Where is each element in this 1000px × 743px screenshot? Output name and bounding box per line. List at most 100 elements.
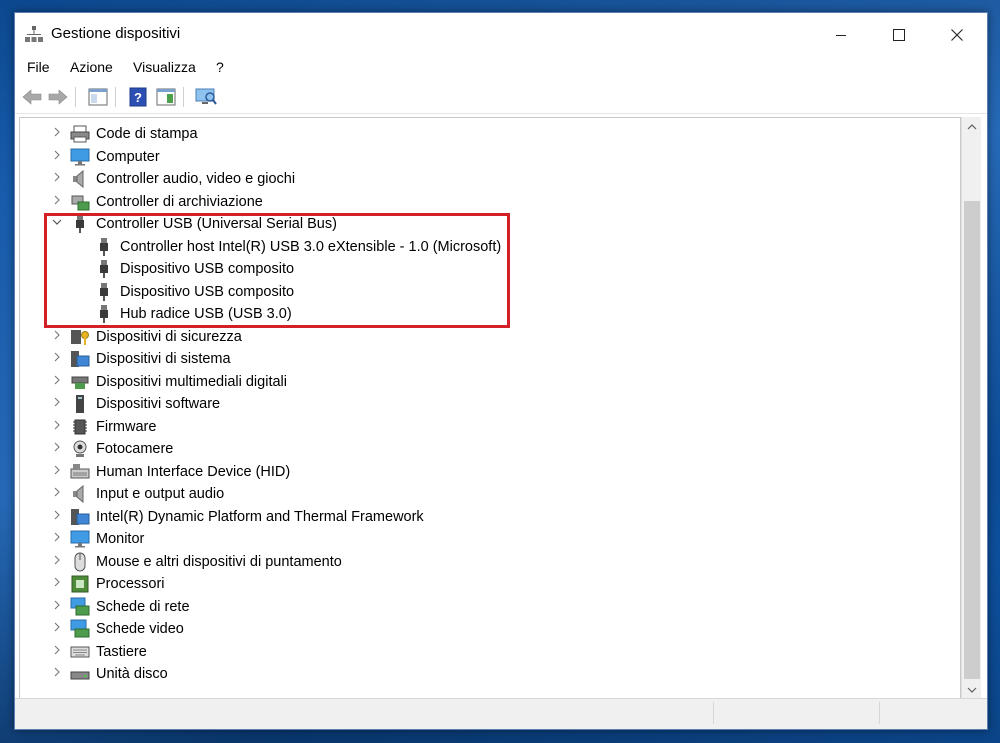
tree-category-row[interactable]: Schede video (20, 618, 950, 640)
toolbar-separator (183, 87, 184, 107)
processor-icon (70, 574, 90, 594)
chevron-right-icon[interactable] (50, 485, 64, 503)
status-divider (713, 702, 715, 724)
chevron-right-icon[interactable] (50, 328, 64, 346)
close-icon (951, 29, 963, 41)
tree-item-label: Code di stampa (96, 126, 198, 142)
firmware-chip-icon (70, 417, 90, 437)
tree-category-row[interactable]: Dispositivi di sistema (20, 348, 950, 370)
chevron-right-icon[interactable] (50, 148, 64, 166)
tree-category-row[interactable]: Mouse e altri dispositivi di puntamento (20, 551, 950, 573)
tree-category-row[interactable]: Fotocamere (20, 438, 950, 460)
scroll-down-button[interactable] (962, 680, 982, 700)
console-tree-icon (88, 88, 108, 106)
menu-bar: File Azione Visualizza ? (15, 57, 987, 79)
close-button[interactable] (928, 13, 986, 57)
tree-category-row[interactable]: Code di stampa (20, 123, 950, 145)
hid-icon (70, 462, 90, 482)
menu-azione[interactable]: Azione (70, 59, 113, 75)
show-hide-console-tree-button[interactable] (87, 86, 109, 108)
chevron-right-icon[interactable] (50, 125, 64, 143)
back-button[interactable] (21, 86, 43, 108)
software-device-icon (70, 394, 90, 414)
tree-item-label: Processori (96, 576, 165, 592)
scan-hardware-button[interactable] (195, 86, 217, 108)
tree-category-row[interactable]: Human Interface Device (HID) (20, 461, 950, 483)
chevron-up-icon (967, 124, 977, 130)
tree-item-label: Schede video (96, 621, 184, 637)
device-manager-window: Gestione dispositivi File Azione Visuali… (14, 12, 988, 730)
tree-item-label: Human Interface Device (HID) (96, 463, 291, 480)
system-folder-icon (70, 507, 90, 527)
tree-item-label: Dispositivi multimediali digitali (96, 373, 287, 390)
keyboard-icon (70, 642, 90, 662)
tree-category-row[interactable]: Monitor (20, 528, 950, 550)
menu-file[interactable]: File (27, 59, 50, 75)
status-divider (879, 702, 881, 724)
chevron-right-icon[interactable] (50, 440, 64, 458)
tree-category-row[interactable]: Unità disco (20, 663, 950, 685)
svg-text:?: ? (134, 90, 142, 105)
tree-category-row[interactable]: Controller audio, video e giochi (20, 168, 950, 190)
tree-category-row[interactable]: Computer (20, 146, 950, 168)
toolbar-separator (75, 87, 76, 107)
chevron-right-icon[interactable] (50, 350, 64, 368)
back-arrow-icon (22, 89, 42, 105)
tree-category-row[interactable]: Firmware (20, 416, 950, 438)
chevron-right-icon[interactable] (50, 598, 64, 616)
chevron-right-icon[interactable] (50, 418, 64, 436)
scroll-thumb[interactable] (964, 201, 980, 679)
chevron-right-icon[interactable] (50, 665, 64, 683)
tree-item-label: Controller di archiviazione (96, 193, 263, 210)
network-adapter-icon (70, 597, 90, 617)
help-button[interactable]: ? (127, 86, 149, 108)
menu-help[interactable]: ? (216, 59, 224, 75)
title-bar[interactable]: Gestione dispositivi (15, 13, 987, 57)
tree-category-row[interactable]: Dispositivi di sicurezza (20, 326, 950, 348)
device-tree: Code di stampa Computer Controller audio, … (19, 117, 961, 700)
tree-category-row[interactable]: Processori (20, 573, 950, 595)
chevron-right-icon[interactable] (50, 395, 64, 413)
tree-category-row[interactable]: Input e output audio (20, 483, 950, 505)
chevron-right-icon[interactable] (50, 170, 64, 188)
webcam-icon (70, 439, 90, 459)
media-device-icon (70, 372, 90, 392)
chevron-right-icon[interactable] (50, 463, 64, 481)
tree-item-label: Fotocamere (96, 441, 174, 457)
tree-category-row[interactable]: Dispositivi multimediali digitali (20, 371, 950, 393)
minimize-icon (836, 35, 846, 36)
monitor-icon (70, 147, 90, 167)
chevron-right-icon[interactable] (50, 373, 64, 391)
maximize-icon (893, 29, 905, 41)
disk-drive-icon (70, 664, 90, 684)
chevron-right-icon[interactable] (50, 643, 64, 661)
chevron-right-icon[interactable] (50, 193, 64, 211)
maximize-button[interactable] (870, 13, 928, 57)
tree-item-label: Mouse e altri dispositivi di puntamento (96, 553, 342, 570)
forward-button[interactable] (47, 86, 69, 108)
tree-item-label: Computer (96, 148, 160, 165)
chevron-right-icon[interactable] (50, 620, 64, 638)
tree-category-row[interactable]: Dispositivi software (20, 393, 950, 415)
tree-category-row[interactable]: Schede di rete (20, 596, 950, 618)
action-pane-button[interactable] (155, 86, 177, 108)
tree-category-row[interactable]: Intel(R) Dynamic Platform and Thermal Fr… (20, 506, 950, 528)
tree-category-row[interactable]: Tastiere (20, 641, 950, 663)
tree-item-label: Firmware (96, 418, 157, 435)
help-icon: ? (129, 87, 147, 107)
chevron-right-icon[interactable] (50, 530, 64, 548)
toolbar: ? (15, 81, 987, 114)
chevron-right-icon[interactable] (50, 508, 64, 526)
vertical-scrollbar[interactable] (961, 117, 981, 700)
speaker-icon (70, 484, 90, 504)
tree-item-label: Unità disco (96, 666, 168, 682)
tree-item-label: Dispositivi di sistema (96, 351, 231, 367)
tree-item-label: Controller audio, video e giochi (96, 171, 296, 187)
menu-visualizza[interactable]: Visualizza (133, 59, 196, 75)
chevron-right-icon[interactable] (50, 553, 64, 571)
minimize-button[interactable] (812, 13, 870, 57)
scroll-up-button[interactable] (962, 117, 982, 137)
chevron-right-icon[interactable] (50, 575, 64, 593)
tree-item-label: Tastiere (96, 643, 147, 660)
tree-category-row[interactable]: Controller di archiviazione (20, 191, 950, 213)
